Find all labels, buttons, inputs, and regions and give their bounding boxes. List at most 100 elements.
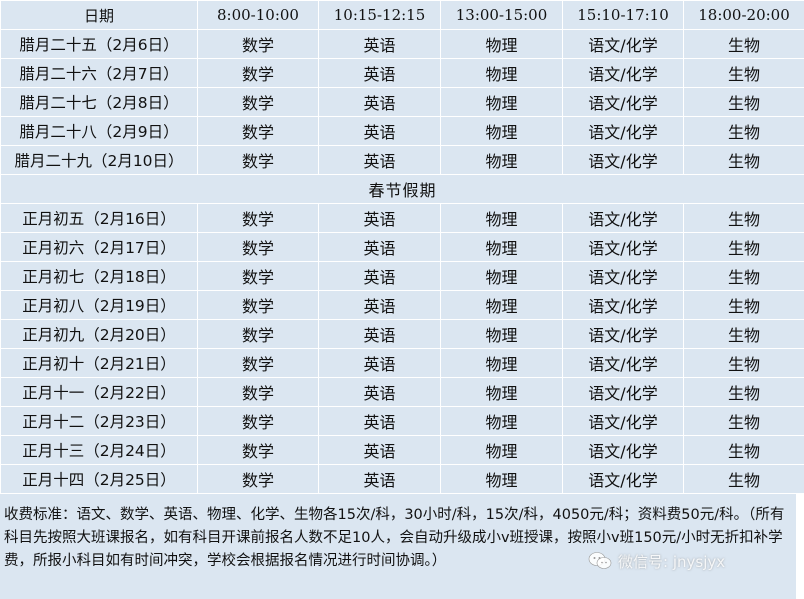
subject-cell: 物理 (440, 406, 563, 436)
subject-cell: 语文/化学 (562, 290, 684, 320)
column-header: 18:00-20:00 (683, 0, 804, 30)
subject-cell: 语文/化学 (562, 406, 684, 436)
table-row: 正月十二（2月23日） 数学 英语 物理 语文/化学 生物 (0, 406, 804, 436)
subject-cell: 物理 (440, 319, 563, 349)
date-cell: 正月初九（2月20日） (0, 319, 198, 349)
subject-cell: 物理 (440, 290, 563, 320)
date-cell: 正月初六（2月17日） (0, 232, 198, 262)
subject-cell: 英语 (318, 29, 441, 59)
subject-cell: 语文/化学 (562, 464, 684, 494)
subject-cell: 物理 (440, 145, 563, 175)
subject-cell: 数学 (197, 116, 319, 146)
date-cell: 腊月二十六（2月7日） (0, 58, 198, 88)
subject-cell: 生物 (683, 116, 804, 146)
subject-cell: 英语 (318, 319, 441, 349)
subject-cell: 数学 (197, 232, 319, 262)
table-row: 正月初五（2月16日） 数学 英语 物理 语文/化学 生物 (0, 203, 804, 233)
table-row: 腊月二十八（2月9日） 数学 英语 物理 语文/化学 生物 (0, 116, 804, 146)
table-row: 正月初八（2月19日） 数学 英语 物理 语文/化学 生物 (0, 290, 804, 320)
subject-cell: 物理 (440, 116, 563, 146)
subject-cell: 物理 (440, 435, 563, 465)
subject-cell: 语文/化学 (562, 377, 684, 407)
table-row: 腊月二十七（2月8日） 数学 英语 物理 语文/化学 生物 (0, 87, 804, 117)
date-cell: 正月十二（2月23日） (0, 406, 198, 436)
wechat-icon (588, 552, 612, 569)
table-row: 腊月二十九（2月10日） 数学 英语 物理 语文/化学 生物 (0, 145, 804, 175)
column-header: 10:15-12:15 (318, 0, 441, 30)
table-row: 正月初六（2月17日） 数学 英语 物理 语文/化学 生物 (0, 232, 804, 262)
table-row: 正月十一（2月22日） 数学 英语 物理 语文/化学 生物 (0, 377, 804, 407)
subject-cell: 生物 (683, 319, 804, 349)
date-cell: 正月十一（2月22日） (0, 377, 198, 407)
subject-cell: 英语 (318, 464, 441, 494)
subject-cell: 生物 (683, 377, 804, 407)
date-cell: 腊月二十五（2月6日） (0, 29, 198, 59)
subject-cell: 英语 (318, 203, 441, 233)
fee-note: 收费标准：语文、数学、英语、物理、化学、生物各15次/科，30小时/科，15次/… (0, 494, 796, 599)
subject-cell: 语文/化学 (562, 435, 684, 465)
table-row: 正月初九（2月20日） 数学 英语 物理 语文/化学 生物 (0, 319, 804, 349)
subject-cell: 数学 (197, 406, 319, 436)
subject-cell: 英语 (318, 435, 441, 465)
subject-cell: 数学 (197, 435, 319, 465)
date-cell: 正月初十（2月21日） (0, 348, 198, 378)
subject-cell: 英语 (318, 232, 441, 262)
subject-cell: 生物 (683, 203, 804, 233)
subject-cell: 生物 (683, 58, 804, 88)
column-header: 13:00-15:00 (440, 0, 563, 30)
subject-cell: 英语 (318, 290, 441, 320)
subject-cell: 英语 (318, 116, 441, 146)
subject-cell: 英语 (318, 58, 441, 88)
date-cell: 正月初五（2月16日） (0, 203, 198, 233)
subject-cell: 英语 (318, 261, 441, 291)
subject-cell: 英语 (318, 145, 441, 175)
subject-cell: 英语 (318, 348, 441, 378)
subject-cell: 数学 (197, 290, 319, 320)
subject-cell: 语文/化学 (562, 203, 684, 233)
column-header: 8:00-10:00 (197, 0, 319, 30)
table-row: 正月初七（2月18日） 数学 英语 物理 语文/化学 生物 (0, 261, 804, 291)
subject-cell: 数学 (197, 464, 319, 494)
date-cell: 腊月二十八（2月9日） (0, 116, 198, 146)
subject-cell: 生物 (683, 261, 804, 291)
subject-cell: 物理 (440, 203, 563, 233)
table-row: 腊月二十五（2月6日） 数学 英语 物理 语文/化学 生物 (0, 29, 804, 59)
subject-cell: 物理 (440, 29, 563, 59)
schedule-table: 日期 8:00-10:00 10:15-12:15 13:00-15:00 15:10-… (0, 0, 804, 494)
subject-cell: 生物 (683, 464, 804, 494)
watermark: 微信号: jnysjyx (588, 548, 725, 574)
subject-cell: 语文/化学 (562, 319, 684, 349)
table-row: 正月十三（2月24日） 数学 英语 物理 语文/化学 生物 (0, 435, 804, 465)
subject-cell: 数学 (197, 29, 319, 59)
date-cell: 腊月二十七（2月8日） (0, 87, 198, 117)
subject-cell: 生物 (683, 29, 804, 59)
table-body: 腊月二十五（2月6日） 数学 英语 物理 语文/化学 生物 腊月二十六（2月7日） 数学 英语物… (0, 29, 804, 494)
subject-cell: 数学 (197, 348, 319, 378)
column-header: 日期 (0, 0, 198, 30)
subject-cell: 语文/化学 (562, 87, 684, 117)
subject-cell: 语文/化学 (562, 261, 684, 291)
subject-cell: 物理 (440, 87, 563, 117)
subject-cell: 英语 (318, 87, 441, 117)
subject-cell: 数学 (197, 58, 319, 88)
date-cell: 正月初八（2月19日） (0, 290, 198, 320)
subject-cell: 物理 (440, 58, 563, 88)
subject-cell: 数学 (197, 203, 319, 233)
subject-cell: 语文/化学 (562, 348, 684, 378)
subject-cell: 生物 (683, 290, 804, 320)
date-cell: 正月十三（2月24日） (0, 435, 198, 465)
subject-cell: 数学 (197, 87, 319, 117)
subject-cell: 语文/化学 (562, 29, 684, 59)
date-cell: 腊月二十九（2月10日） (0, 145, 198, 175)
subject-cell: 数学 (197, 319, 319, 349)
watermark-text: 微信号: jnysjyx (618, 552, 726, 571)
subject-cell: 语文/化学 (562, 116, 684, 146)
subject-cell: 数学 (197, 377, 319, 407)
subject-cell: 物理 (440, 464, 563, 494)
subject-cell: 语文/化学 (562, 58, 684, 88)
header-row: 日期 8:00-10:00 10:15-12:15 13:00-15:00 15:10-… (0, 0, 804, 30)
subject-cell: 生物 (683, 232, 804, 262)
subject-cell: 生物 (683, 145, 804, 175)
table-row: 正月十四（2月25日） 数学 英语 物理 语文/化学 生物 (0, 464, 804, 494)
subject-cell: 物理 (440, 232, 563, 262)
